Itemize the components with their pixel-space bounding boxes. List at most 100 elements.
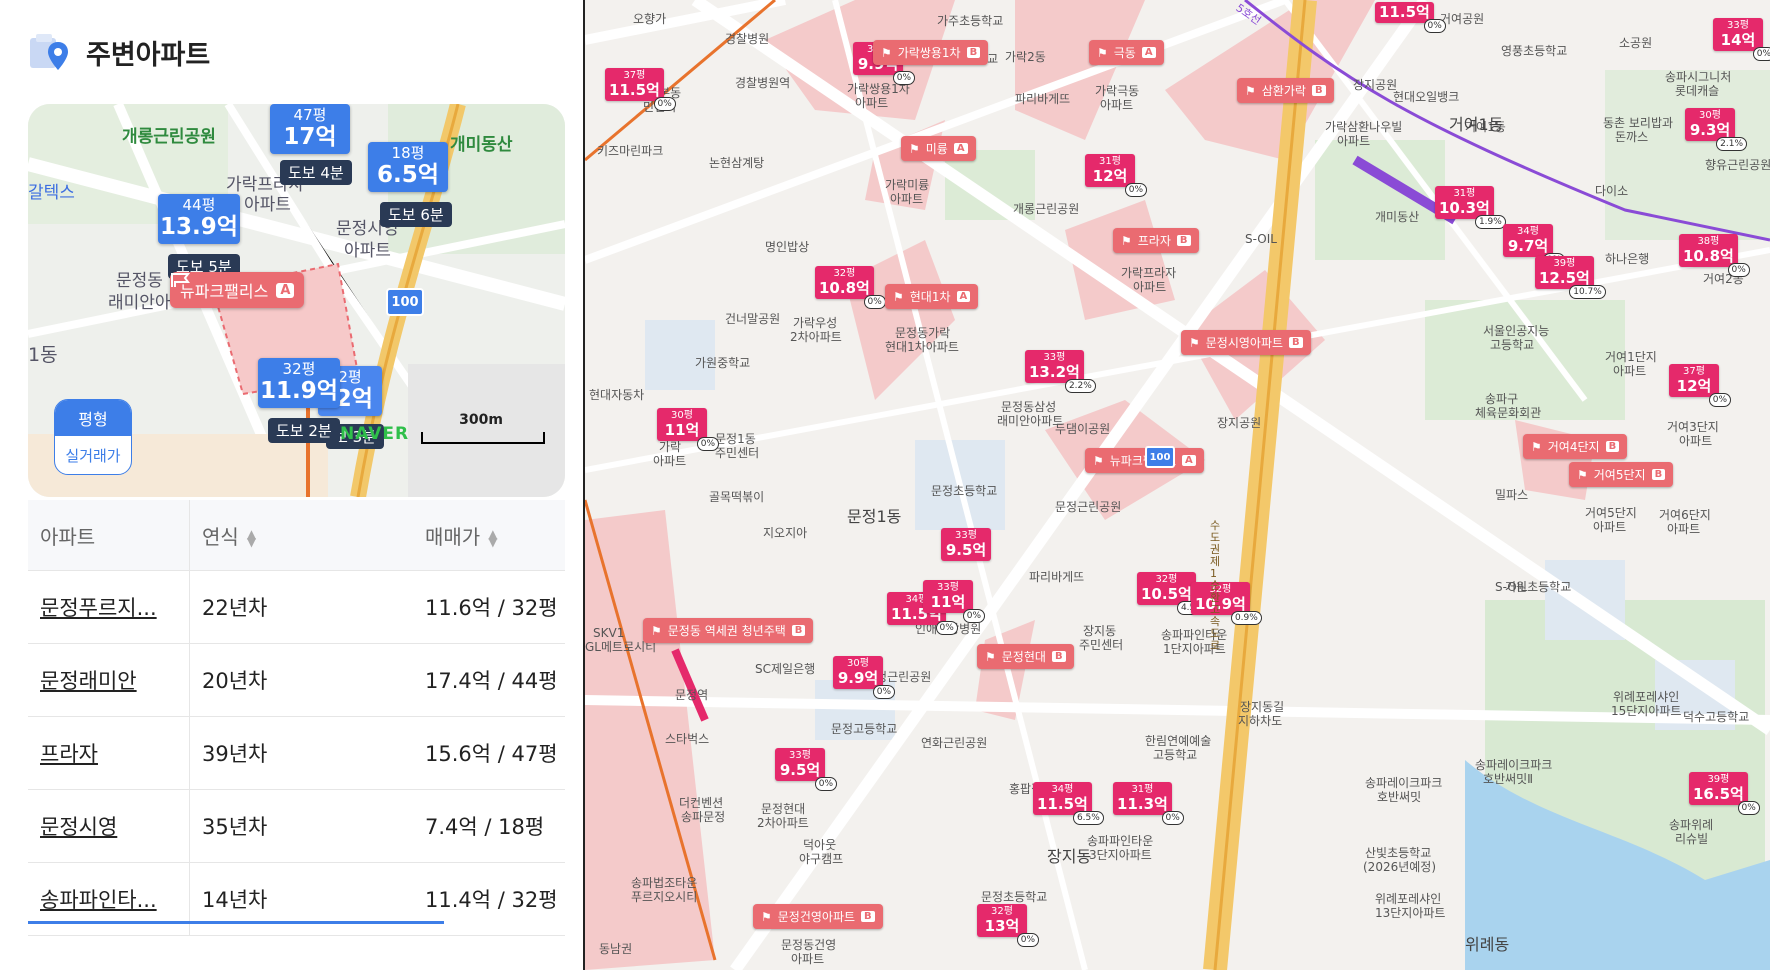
selected-apartment-tag[interactable]: 뉴파크팰리스 A: [170, 272, 305, 308]
mini-label: 아파트: [344, 241, 391, 261]
price-marker[interactable]: 39평 12.5억 10.7%: [1535, 256, 1606, 299]
price-marker[interactable]: 47평 17억: [270, 104, 350, 154]
marker-price: 10.8억: [819, 279, 870, 297]
sort-icon[interactable]: ▲ ▼: [247, 528, 256, 548]
price-type-toggle[interactable]: 평형 실거래가: [54, 399, 132, 475]
apartment-name-link[interactable]: 문정래미안: [28, 643, 190, 717]
map-place-label: 논현삼계탕: [709, 156, 765, 170]
price-marker[interactable]: 33평 13.2억 2.2%: [1025, 350, 1096, 393]
map-place-label: 돈까스: [1615, 130, 1649, 144]
building-flag-icon: ⚑: [1245, 83, 1256, 98]
apartment-tag[interactable]: ⚑ 문정건영아파트 B: [753, 904, 883, 929]
change-rate-badge: 0%: [814, 777, 837, 791]
tag-label: 문정현대: [1001, 650, 1046, 664]
apartment-tag[interactable]: ⚑ 프라자 B: [1113, 228, 1199, 253]
price-marker[interactable]: 32평 13억 0%: [977, 904, 1039, 947]
marker-price: 9.7억: [1507, 237, 1549, 255]
mini-label: 개롱근린공원: [122, 127, 216, 147]
price-marker[interactable]: 38평 10.8억 0%: [1679, 234, 1750, 277]
marker-price: 13.9억: [160, 214, 238, 240]
apartment-name-link[interactable]: 송파파인타...: [28, 862, 190, 936]
apartment-tag[interactable]: ⚑ 극동 A: [1089, 40, 1164, 65]
price-marker[interactable]: 30평 11억 0%: [657, 408, 719, 451]
price-marker[interactable]: 11.5억 0%: [1375, 2, 1446, 33]
price-marker[interactable]: 32평 10.8억 0%: [815, 266, 886, 309]
price-marker[interactable]: 34평9.7억0%: [1503, 224, 1565, 267]
column-header-age[interactable]: 연식 ▲ ▼: [189, 500, 413, 571]
map-place-label: 장지공원: [1217, 416, 1262, 430]
map-place-label: 아파트: [791, 952, 825, 966]
sort-icon[interactable]: ▲ ▼: [488, 528, 497, 548]
grade-badge: B: [1051, 651, 1066, 662]
map-place-label: 체육문화회관: [1475, 406, 1542, 420]
map-place-label: SKV1: [593, 626, 625, 640]
mini-label: 래미안아: [108, 293, 171, 313]
column-header-price[interactable]: 매매가 ▲ ▼: [413, 500, 565, 571]
main-map[interactable]: 경찰병원경찰병원역가주초등학교송파중학교가락2동가락극동아파트장지공원현대오일뱅…: [585, 0, 1770, 970]
price-marker[interactable]: 31평 12억 0%: [1085, 154, 1147, 197]
change-rate-badge: 0.9%: [1230, 611, 1262, 625]
marker-price: 10.8억: [1683, 247, 1734, 265]
apartment-tag[interactable]: ⚑ 현대1차 A: [885, 284, 979, 309]
table-row[interactable]: 문정푸르지... 22년차 11.6억 / 32평: [28, 570, 565, 644]
price-marker[interactable]: 37평 11.5억 0%: [605, 68, 676, 111]
price-marker[interactable]: 33평 9.5억 0%: [775, 748, 837, 791]
price-marker[interactable]: 34평 11.5억 6.5%: [1033, 782, 1104, 825]
building-flag-icon: ⚑: [761, 909, 772, 924]
grade-badge: B: [1651, 469, 1666, 480]
map-place-label: 더컨벤션: [679, 796, 724, 810]
apartment-tag[interactable]: ⚑ 문정현대 B: [977, 644, 1074, 669]
apartment-name-link[interactable]: 문정푸르지...: [28, 570, 190, 644]
map-place-label: 두댐이공원: [1055, 422, 1111, 436]
price-marker[interactable]: 18평 6.5억: [368, 142, 448, 192]
panel-title: 주변아파트: [86, 39, 211, 71]
apartment-tag[interactable]: ⚑ 문정시영아파트 B: [1181, 330, 1311, 355]
price-marker[interactable]: 31평 11.3억 0%: [1113, 782, 1184, 825]
price-marker[interactable]: 30평 9.9억 0%: [833, 656, 895, 699]
scale-label: 300m: [459, 412, 503, 428]
price-marker[interactable]: 37평 12억 0%: [1669, 364, 1731, 407]
change-rate-badge: 0%: [962, 609, 985, 623]
apartment-tag[interactable]: ⚑ 거여4단지 B: [1523, 434, 1628, 459]
change-rate-badge: 10.7%: [1569, 285, 1606, 299]
map-place-label: 문정동삼성: [1001, 400, 1057, 414]
apartment-tag[interactable]: ⚑ 가락쌍용1차 B: [873, 40, 989, 65]
map-place-label: 야구캠프: [799, 852, 844, 866]
price-marker[interactable]: 30평 9.3억 2.1%: [1685, 108, 1747, 151]
price-marker[interactable]: 44평 13.9억: [158, 194, 240, 244]
price-marker[interactable]: 31평 10.3억 1.9%: [1435, 186, 1506, 229]
apartment-tag[interactable]: ⚑ 거여5단지 B: [1569, 462, 1674, 487]
map-place-label: 거여5단지: [1585, 506, 1637, 520]
mini-map[interactable]: 개롱근린공원 개미동산 가락프라자 아파트 문정시영 아파트 문정동 래미안아 …: [28, 104, 565, 497]
apartment-tag[interactable]: ⚑ 문정동 역세권 청년주택 B: [643, 618, 814, 643]
toggle-pyeong[interactable]: 평형: [55, 400, 131, 436]
price-marker[interactable]: 33평 11억 0%: [923, 580, 985, 623]
table-row[interactable]: 문정시영 35년차 7.4억 / 18평: [28, 789, 565, 863]
table-row[interactable]: 프라자 39년차 15.6억 / 47평: [28, 716, 565, 790]
map-place-label: 스타벅스: [665, 732, 710, 746]
map-place-label: 송파레이크파크: [1365, 776, 1443, 790]
table-row[interactable]: 문정래미안 20년차 17.4억 / 44평: [28, 643, 565, 717]
price-marker[interactable]: 39평 16.5억 0%: [1689, 772, 1760, 815]
price-marker[interactable]: 33평 14억 0%: [1713, 18, 1770, 61]
price-marker[interactable]: 32평 11.9억: [258, 358, 340, 408]
change-rate-badge: 0%: [1016, 933, 1039, 947]
map-place-label: 지오지아: [763, 526, 808, 540]
marker-price: 6.5억: [377, 162, 439, 188]
apartment-tag[interactable]: ⚑ 미륭 A: [901, 136, 976, 161]
toggle-real-price[interactable]: 실거래가: [55, 436, 131, 474]
tag-label: 삼환가락: [1261, 84, 1306, 98]
map-place-label: 송파레이크파크: [1475, 758, 1553, 772]
table-row[interactable]: 송파파인타... 14년차 11.4억 / 32평: [28, 862, 565, 936]
marker-price: 11.3억: [1117, 795, 1168, 813]
grade-badge: B: [1289, 337, 1303, 348]
apartment-name-link[interactable]: 문정시영: [28, 789, 190, 863]
apartment-name-link[interactable]: 프라자: [28, 716, 190, 790]
map-place-label: 문정1동: [715, 432, 756, 446]
mini-label: 1동: [28, 344, 58, 366]
price-marker[interactable]: 33평 9.5억: [941, 528, 991, 561]
change-rate-badge: 0%: [696, 437, 719, 451]
price-marker[interactable]: 32평10.5억4.5%: [1137, 572, 1208, 615]
apartment-tag[interactable]: ⚑ 삼환가락 B: [1237, 78, 1334, 103]
naver-logo: NAVER: [340, 424, 410, 444]
